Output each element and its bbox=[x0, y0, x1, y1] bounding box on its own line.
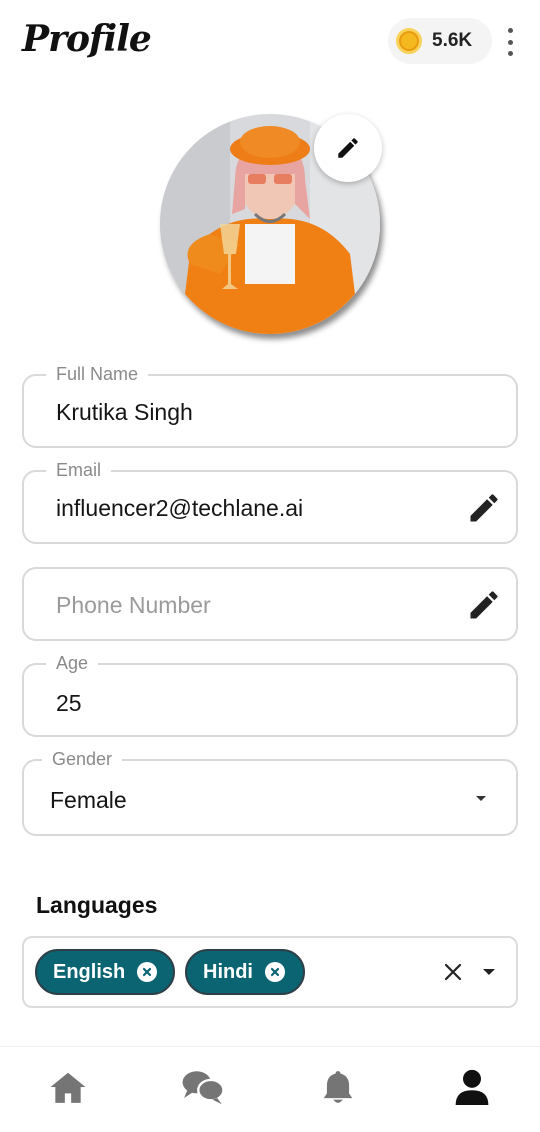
age-field[interactable]: Age 25 bbox=[22, 653, 518, 737]
edit-photo-button[interactable] bbox=[314, 114, 382, 182]
phone-number-placeholder: Phone Number bbox=[56, 592, 211, 618]
pencil-icon bbox=[338, 138, 358, 158]
edit-email-pencil-icon[interactable] bbox=[466, 490, 502, 526]
coin-icon bbox=[396, 28, 422, 54]
age-value: 25 bbox=[56, 690, 82, 716]
nav-chat[interactable] bbox=[180, 1067, 226, 1107]
email-label: Email bbox=[46, 460, 112, 480]
nav-home[interactable] bbox=[48, 1067, 88, 1107]
person-icon bbox=[455, 1069, 489, 1105]
email-value: influencer2@techlane.ai bbox=[56, 495, 304, 521]
app-header: Profile 5.6K bbox=[0, 0, 540, 90]
bottom-navigation bbox=[0, 1046, 540, 1132]
remove-chip-icon[interactable] bbox=[137, 962, 158, 982]
profile-photo-section bbox=[160, 114, 382, 336]
language-chip-label: English bbox=[53, 960, 126, 983]
language-chip-english: English bbox=[35, 949, 175, 995]
coin-balance-value: 5.6K bbox=[432, 30, 473, 51]
bell-icon bbox=[323, 1071, 353, 1103]
email-field[interactable]: Email influencer2@techlane.ai bbox=[22, 460, 518, 544]
language-chip-hindi: Hindi bbox=[185, 949, 305, 995]
full-name-value: Krutika Singh bbox=[56, 399, 193, 425]
edit-phone-pencil-icon[interactable] bbox=[466, 587, 502, 623]
nav-profile[interactable] bbox=[452, 1067, 492, 1107]
clear-all-icon[interactable] bbox=[444, 963, 462, 981]
phone-number-field[interactable]: Phone Number bbox=[22, 567, 518, 641]
languages-select[interactable]: English Hindi bbox=[22, 936, 518, 1008]
dropdown-arrow-icon[interactable] bbox=[474, 795, 488, 803]
languages-title: Languages bbox=[36, 892, 158, 918]
gender-select[interactable]: Gender Female bbox=[22, 749, 518, 836]
page-title: Profile bbox=[22, 18, 152, 60]
chat-icon bbox=[182, 1071, 225, 1105]
nav-notifications[interactable] bbox=[318, 1067, 358, 1107]
more-vertical-icon[interactable] bbox=[502, 28, 518, 56]
dropdown-arrow-icon[interactable] bbox=[482, 968, 496, 976]
full-name-field[interactable]: Full Name Krutika Singh bbox=[22, 364, 518, 448]
gender-value: Female bbox=[50, 787, 127, 813]
remove-chip-icon[interactable] bbox=[265, 962, 285, 982]
language-chip-label: Hindi bbox=[203, 960, 253, 983]
full-name-label: Full Name bbox=[46, 364, 149, 384]
home-icon bbox=[50, 1072, 86, 1103]
age-label: Age bbox=[46, 653, 99, 673]
coin-balance[interactable]: 5.6K bbox=[388, 18, 492, 64]
gender-label: Gender bbox=[42, 749, 123, 769]
